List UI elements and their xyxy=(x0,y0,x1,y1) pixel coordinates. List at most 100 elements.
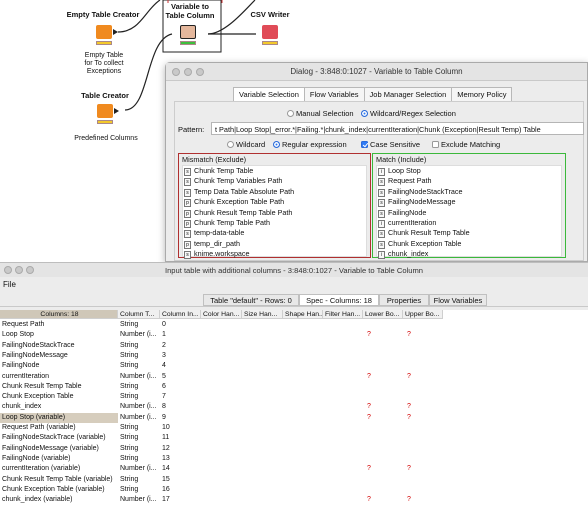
regular-expression-radio[interactable]: Regular expression xyxy=(273,140,347,149)
node-title: Table Column xyxy=(165,11,215,20)
tab-spec[interactable]: Spec - Columns: 18 xyxy=(299,294,379,306)
manual-selection-radio[interactable]: Manual Selection xyxy=(287,109,354,118)
wildcard-regex-selection-radio[interactable]: Wildcard/Regex Selection xyxy=(361,109,456,118)
checkbox-unchecked-icon xyxy=(432,141,439,148)
table-cell: 4 xyxy=(162,362,166,370)
tab-memory-policy[interactable]: Memory Policy xyxy=(451,87,513,102)
variable-list-item[interactable]: i currentIteration xyxy=(377,218,561,228)
variable-list-item[interactable]: p temp_dir_path xyxy=(183,239,366,249)
table-row[interactable]: currentIteration (variable) Number (i... 1… xyxy=(0,464,588,474)
table-row[interactable]: Chunk Result Temp Table (variable) String… xyxy=(0,475,588,485)
variable-list-item[interactable]: s Chunk Exception Table xyxy=(377,239,561,249)
csv-writer-icon[interactable] xyxy=(262,25,278,39)
table-row[interactable]: FailingNodeStackTrace (variable) String 11 xyxy=(0,433,588,443)
table-row[interactable]: FailingNodeMessage (variable) String 12 xyxy=(0,444,588,454)
node-variable-to-table-column[interactable]: Variable to Table Column xyxy=(160,2,220,20)
dialog-title: Dialog - 3:848:0:1027 - Variable to Tabl… xyxy=(290,67,463,76)
variable-type-icon: s xyxy=(378,240,385,249)
column-header[interactable]: Lower Bo... xyxy=(363,310,403,319)
table-row[interactable]: chunk_index Number (i... 8?? xyxy=(0,402,588,412)
table-cell: Number (i... xyxy=(120,403,157,411)
table-row[interactable]: Loop Stop Number (i... 1?? xyxy=(0,330,588,340)
variable-list-item[interactable]: s Chunk Temp Variables Path xyxy=(183,176,366,187)
column-header[interactable]: Filter Han... xyxy=(323,310,363,319)
output-port-icon[interactable] xyxy=(113,29,118,35)
variable-list-item[interactable]: s Chunk Result Temp Table xyxy=(377,228,561,239)
variable-list-item[interactable]: s temp-data-table xyxy=(183,228,366,239)
tab-properties[interactable]: Properties xyxy=(379,294,429,306)
column-header[interactable]: Column In... xyxy=(160,310,201,319)
table-row[interactable]: chunk_index (variable) Number (i... 17?? xyxy=(0,495,588,505)
tab-flow-variables[interactable]: Flow Variables xyxy=(429,294,487,306)
table-row[interactable]: FailingNode (variable) String 13 xyxy=(0,454,588,464)
missing-value-marker: ? xyxy=(367,403,371,411)
column-header[interactable]: Upper Bo... xyxy=(403,310,443,319)
table-cell: Number (i... xyxy=(120,372,157,380)
tab-flow-variables[interactable]: Flow Variables xyxy=(303,87,365,102)
variable-name: knime.workspace xyxy=(194,249,250,259)
tab-variable-selection[interactable]: Variable Selection xyxy=(233,87,305,102)
table-row[interactable]: Chunk Exception Table String 7 xyxy=(0,392,588,402)
table-row[interactable]: Chunk Result Temp Table String 6 xyxy=(0,382,588,392)
variable-list-item[interactable]: s FailingNodeMessage xyxy=(377,197,561,208)
mismatch-list[interactable]: s Chunk Temp Table s Chunk Temp Variables P… xyxy=(182,165,367,260)
column-header[interactable]: Shape Han... xyxy=(283,310,323,319)
dialog-titlebar[interactable]: Dialog - 3:848:0:1027 - Variable to Tabl… xyxy=(166,63,587,81)
table-row[interactable]: Chunk Exception Table (variable) String 16 xyxy=(0,485,588,495)
table-cell: 15 xyxy=(162,475,170,483)
table-row[interactable]: Request Path (variable) String 10 xyxy=(0,423,588,433)
tab-table-default[interactable]: Table "default" - Rows: 0 xyxy=(203,294,299,306)
configuration-dialog[interactable]: Dialog - 3:848:0:1027 - Variable to Tabl… xyxy=(165,62,588,262)
column-header[interactable]: Size Han... xyxy=(242,310,283,319)
table-row[interactable]: FailingNode String 4 xyxy=(0,361,588,371)
empty-table-creator-icon[interactable] xyxy=(96,25,112,39)
variable-list-item[interactable]: s Temp Data Table Absolute Path xyxy=(183,187,366,197)
node-empty-table-creator[interactable]: Empty Table Creator xyxy=(60,10,146,19)
variable-to-table-icon[interactable] xyxy=(180,25,196,39)
variable-type-icon: s xyxy=(184,168,191,176)
spec-table[interactable]: Columns: 18 Column T... Column In... Color … xyxy=(0,310,588,503)
column-header[interactable]: Column T... xyxy=(118,310,160,319)
variable-type-icon: s xyxy=(184,178,191,187)
table-cell: Loop Stop xyxy=(2,331,34,339)
table-row[interactable]: FailingNodeMessage String 3 xyxy=(0,351,588,361)
variable-type-icon: s xyxy=(378,178,385,187)
column-header[interactable]: Columns: 18 xyxy=(0,310,118,319)
node-csv-writer[interactable]: CSV Writer xyxy=(240,10,300,19)
case-sensitive-checkbox[interactable]: Case Sensitive xyxy=(361,140,420,149)
variable-list-item[interactable]: s Request Path xyxy=(377,176,561,187)
variable-list-item[interactable]: s knime.workspace xyxy=(183,249,366,260)
variable-list-item[interactable]: i chunk_index xyxy=(377,249,561,260)
exclude-matching-checkbox[interactable]: Exclude Matching xyxy=(432,140,500,149)
node-table-creator[interactable]: Table Creator xyxy=(72,91,138,100)
column-header[interactable]: Color Han... xyxy=(201,310,242,319)
variable-name: FailingNodeMessage xyxy=(388,197,456,207)
table-row[interactable]: Loop Stop (variable) Number (i... 9?? xyxy=(0,412,588,423)
table-cell: FailingNodeStackTrace (variable) xyxy=(2,434,106,442)
table-cell: Number (i... xyxy=(120,465,157,473)
variable-list-item[interactable]: s Chunk Temp Table xyxy=(183,166,366,176)
table-row[interactable]: Request Path String 0 xyxy=(0,320,588,330)
variable-list-item[interactable]: s FailingNode xyxy=(377,208,561,218)
variable-list-item[interactable]: s FailingNodeStackTrace xyxy=(377,187,561,197)
variable-list-item[interactable]: p Chunk Exception Table Path xyxy=(183,197,366,208)
tab-job-manager-selection[interactable]: Job Manager Selection xyxy=(363,87,453,102)
table-creator-icon[interactable] xyxy=(97,104,113,118)
variable-type-icon: p xyxy=(184,240,191,249)
output-port-icon[interactable] xyxy=(114,108,119,114)
variable-list-item[interactable]: p Chunk Result Temp Table Path xyxy=(183,208,366,218)
variable-list-item[interactable]: i Loop Stop xyxy=(377,166,561,176)
variable-list-item[interactable]: p Chunk Temp Table Path xyxy=(183,218,366,228)
wildcard-radio[interactable]: Wildcard xyxy=(227,140,265,149)
menu-file[interactable]: File xyxy=(3,280,16,289)
match-list[interactable]: i Loop Stop s Request Path s FailingNodeStack… xyxy=(376,165,562,260)
table-cell: FailingNode xyxy=(2,362,40,370)
variable-name: Chunk Exception Table Path xyxy=(194,197,285,207)
table-view-window[interactable]: Input table with additional columns - 3:… xyxy=(0,262,588,503)
table-row[interactable]: FailingNodeStackTrace String 2 xyxy=(0,341,588,351)
node-title: Variable to xyxy=(171,2,209,11)
table-row[interactable]: currentIteration Number (i... 5?? xyxy=(0,372,588,382)
table-view-titlebar[interactable]: Input table with additional columns - 3:… xyxy=(0,263,588,277)
pattern-input[interactable]: t Path|Loop Stop|_error.*|Failing.*|chun… xyxy=(211,122,584,135)
table-cell: FailingNode (variable) xyxy=(2,454,71,462)
